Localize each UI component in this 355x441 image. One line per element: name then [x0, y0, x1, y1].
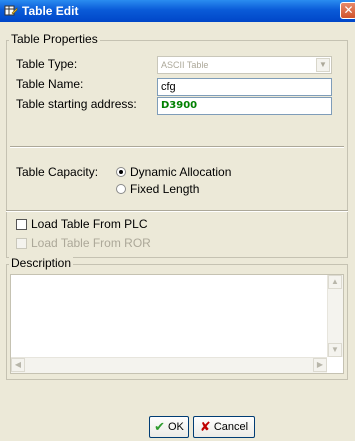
x-icon: ✘	[199, 419, 211, 435]
table-properties-legend: Table Properties	[9, 32, 100, 46]
load-separator-top	[6, 210, 348, 212]
table-address-label: Table starting address:	[16, 97, 137, 111]
window-title: Table Edit	[22, 4, 79, 18]
table-capacity-label: Table Capacity:	[16, 165, 99, 179]
description-textarea[interactable]: ▲ ▼ ◀ ▶	[10, 274, 344, 374]
scroll-right-icon[interactable]: ▶	[313, 358, 327, 372]
close-button[interactable]: ✕	[340, 2, 355, 19]
table-address-input[interactable]: D3900	[157, 97, 332, 115]
vertical-scrollbar[interactable]: ▲ ▼	[327, 275, 343, 357]
close-icon: ✕	[343, 3, 354, 17]
ok-label: OK	[168, 421, 184, 433]
scroll-down-icon[interactable]: ▼	[328, 343, 342, 357]
table-edit-dialog: Table Edit ✕ Table Properties Table Type…	[0, 0, 355, 441]
load-from-ror-checkbox	[16, 238, 27, 249]
scroll-left-icon[interactable]: ◀	[11, 358, 25, 372]
description-legend: Description	[9, 256, 74, 270]
table-type-label: Table Type:	[16, 57, 78, 71]
table-name-label: Table Name:	[16, 77, 84, 91]
checkmark-icon: ✔	[154, 419, 165, 435]
cancel-label: Cancel	[213, 421, 249, 433]
chevron-down-icon: ▼	[316, 58, 330, 72]
fixed-length-label[interactable]: Fixed Length	[130, 182, 199, 196]
cancel-button[interactable]: ✘ Cancel	[193, 416, 255, 438]
load-from-ror-label: Load Table From ROR	[31, 236, 151, 250]
ok-button[interactable]: ✔ OK	[149, 416, 189, 438]
properties-separator	[10, 146, 344, 148]
horizontal-scrollbar[interactable]: ◀ ▶	[11, 357, 327, 373]
title-bar: Table Edit ✕	[0, 0, 355, 22]
load-from-plc-label[interactable]: Load Table From PLC	[31, 217, 148, 231]
dynamic-allocation-label[interactable]: Dynamic Allocation	[130, 165, 231, 179]
table-type-select[interactable]: ASCII Table ▼	[157, 56, 332, 74]
load-from-plc-checkbox[interactable]	[16, 219, 27, 230]
scroll-up-icon[interactable]: ▲	[328, 275, 342, 289]
table-name-input[interactable]: cfg	[157, 78, 332, 96]
table-edit-icon	[4, 4, 18, 18]
dynamic-allocation-radio[interactable]	[116, 167, 126, 177]
fixed-length-radio[interactable]	[116, 184, 126, 194]
table-type-value: ASCII Table	[161, 60, 209, 70]
